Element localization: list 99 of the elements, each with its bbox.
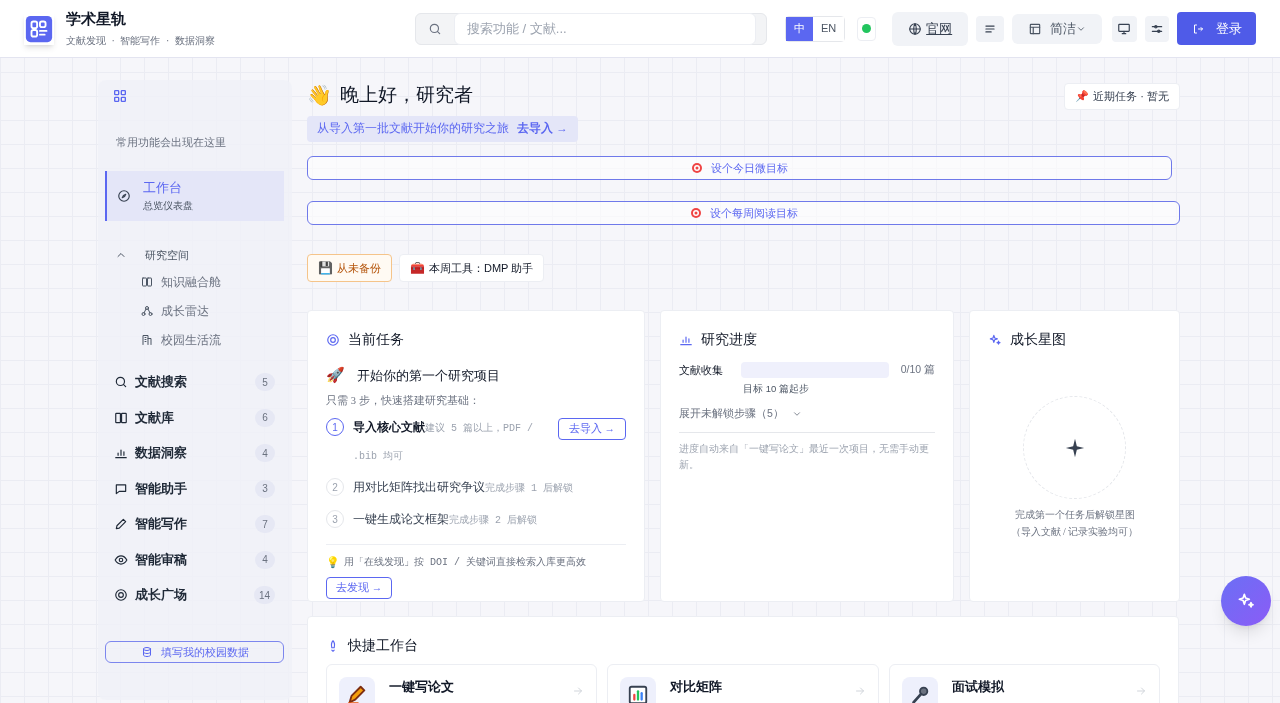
goal-text: 目标 10 篇起步 (743, 381, 810, 396)
waving-hand-emoji: 👋 (307, 83, 332, 108)
panel-title: 快捷工作台 (348, 637, 418, 655)
tile-title: 对比矩阵 (670, 678, 724, 696)
chip-label: 本周工具：DMP 助手 (429, 260, 534, 276)
import-link[interactable]: 去导入 → (517, 120, 568, 138)
bar-chart-icon (627, 684, 650, 703)
chat-icon (114, 481, 128, 496)
tile-title: 一键写论文 (389, 678, 455, 696)
building-icon (141, 334, 153, 346)
subnav-item[interactable]: 成长雷达 (141, 302, 292, 320)
step-text: 导入核心文献建议 5 篇以上，PDF / .bib 均可 (353, 419, 534, 465)
arrow-right-icon (853, 685, 866, 697)
tile-title: 面试模拟 (951, 678, 1005, 696)
monitor-icon (1117, 21, 1132, 36)
campus-data-button[interactable]: 填写我的校园数据 (105, 641, 284, 663)
rocket-emoji: 🚀 (326, 365, 345, 385)
language-tab[interactable]: 中 (786, 16, 813, 41)
subnav-item[interactable]: 知识融合舱 (141, 273, 292, 291)
discover-button[interactable]: 去发现 → (326, 576, 393, 599)
globe-icon (908, 21, 923, 36)
step-text: 用对比矩阵找出研究争议完成步骤 1 后解锁 (353, 479, 574, 497)
grid-icon (112, 88, 128, 104)
count-badge: 3 (255, 479, 275, 498)
login-button[interactable]: 登录 (1177, 12, 1257, 45)
target-icon (689, 207, 702, 219)
shortcut-tile[interactable]: 对比矩阵 (607, 664, 879, 703)
nav-item[interactable]: 智能助手 3 (114, 479, 275, 498)
nav-item[interactable]: 数据洞察 4 (114, 444, 275, 462)
empty-state-text: 完成第一个任务后解锁星图 (1014, 508, 1135, 522)
database-icon (140, 646, 153, 658)
tip-text: 用「在线发现」按 DOI / 关键词直接检索入库更高效 (344, 555, 586, 570)
expand-steps-toggle[interactable]: 展开未解锁步骤（5） (679, 405, 802, 422)
search-icon (428, 21, 442, 36)
count-badge: 7 (255, 515, 275, 533)
goal-button[interactable]: 设个今日微目标 (307, 156, 1172, 180)
pencil-icon (346, 684, 368, 703)
layout-dropdown[interactable]: 简洁 (1012, 13, 1103, 44)
website-link[interactable]: 官网 (892, 11, 969, 46)
nav-title: 工作台 (143, 179, 183, 198)
banner-text: 从导入第一批文献开始你的研究之旅 (317, 121, 509, 137)
nav-subtitle: 总览仪表盘 (143, 198, 193, 213)
card-title: 研究进度 (701, 331, 757, 349)
nav-item[interactable]: 成长广场 14 (114, 586, 275, 604)
empty-state-hint: （导入文献 / 记录实验均可） (1010, 525, 1139, 539)
book-icon (141, 276, 153, 288)
shortcut-tile[interactable]: 一键写论文 (326, 664, 598, 703)
card-title: 成长星图 (1010, 331, 1066, 349)
nav-item[interactable]: 智能写作 7 (114, 515, 275, 533)
menu-button[interactable] (976, 15, 1005, 42)
greeting-title: 晚上好，研究者 (340, 82, 473, 107)
chip-emoji: 💾 (318, 260, 333, 277)
intro-text: 只需 3 步，快速搭建研究基础： (326, 393, 481, 408)
sparkle-icon (988, 332, 1002, 347)
progress-reading: 0/10 篇 (900, 362, 935, 378)
arrow-right-icon (572, 685, 585, 697)
shortcut-tile[interactable]: 面试模拟 (888, 664, 1160, 703)
search-icon (114, 375, 128, 389)
nav-item[interactable]: 文献库 6 (114, 408, 275, 427)
metric-label: 文献收集 (679, 363, 724, 378)
nodes-icon (141, 305, 153, 317)
step-text: 一键生成论文框架完成步骤 2 后解锁 (353, 511, 538, 529)
count-badge: 6 (255, 408, 275, 427)
display-button[interactable] (1112, 15, 1137, 42)
eye-icon (114, 552, 128, 567)
arrow-right-icon (1135, 685, 1147, 697)
ai-assistant-button[interactable] (1221, 576, 1271, 626)
workspace-nav-item[interactable]: 工作台 总览仪表盘 (105, 170, 284, 221)
layout-icon (1028, 21, 1043, 36)
group-toggle[interactable]: 研究空间 (115, 246, 292, 263)
project-title: 开始你的第一个研究项目 (357, 366, 500, 385)
light-bulb-emoji: 💡 (326, 555, 340, 571)
count-badge: 4 (255, 444, 275, 462)
chip-label: 从未备份 (337, 260, 381, 276)
book-icon (114, 410, 128, 425)
sidebar-hint: 常用功能会出现在这里 (116, 135, 227, 150)
nav-item[interactable]: 智能审稿 4 (114, 550, 275, 569)
chip-emoji: 🧰 (410, 260, 425, 277)
pin-emoji: 📌 (1075, 89, 1090, 105)
target-icon (114, 588, 128, 602)
count-badge: 4 (255, 550, 275, 569)
card-title: 当前任务 (348, 331, 404, 349)
subnav-item[interactable]: 校园生活流 (141, 331, 292, 349)
sparkle-icon (1236, 591, 1256, 611)
goal-button[interactable]: 设个每周阅读目标 (307, 201, 1180, 225)
pencil-icon (114, 517, 128, 531)
recent-tasks-text: 近期任务 · 暂无 (1093, 89, 1169, 105)
target-icon (326, 332, 340, 347)
app-tagline: 文献发现 · 智能写作 · 数据洞察 (66, 34, 216, 48)
compass-icon (117, 188, 131, 203)
search-field[interactable]: 搜索功能 / 文献... (415, 12, 767, 45)
target-icon (691, 162, 703, 174)
step-action-button[interactable]: 去导入 → (557, 418, 626, 441)
app-title: 学术星轨 (66, 9, 127, 29)
settings-button[interactable] (1144, 15, 1170, 42)
count-badge: 14 (253, 586, 275, 604)
nav-item[interactable]: 文献搜索 5 (114, 373, 275, 391)
count-badge: 5 (255, 373, 275, 391)
login-icon (1191, 22, 1204, 35)
